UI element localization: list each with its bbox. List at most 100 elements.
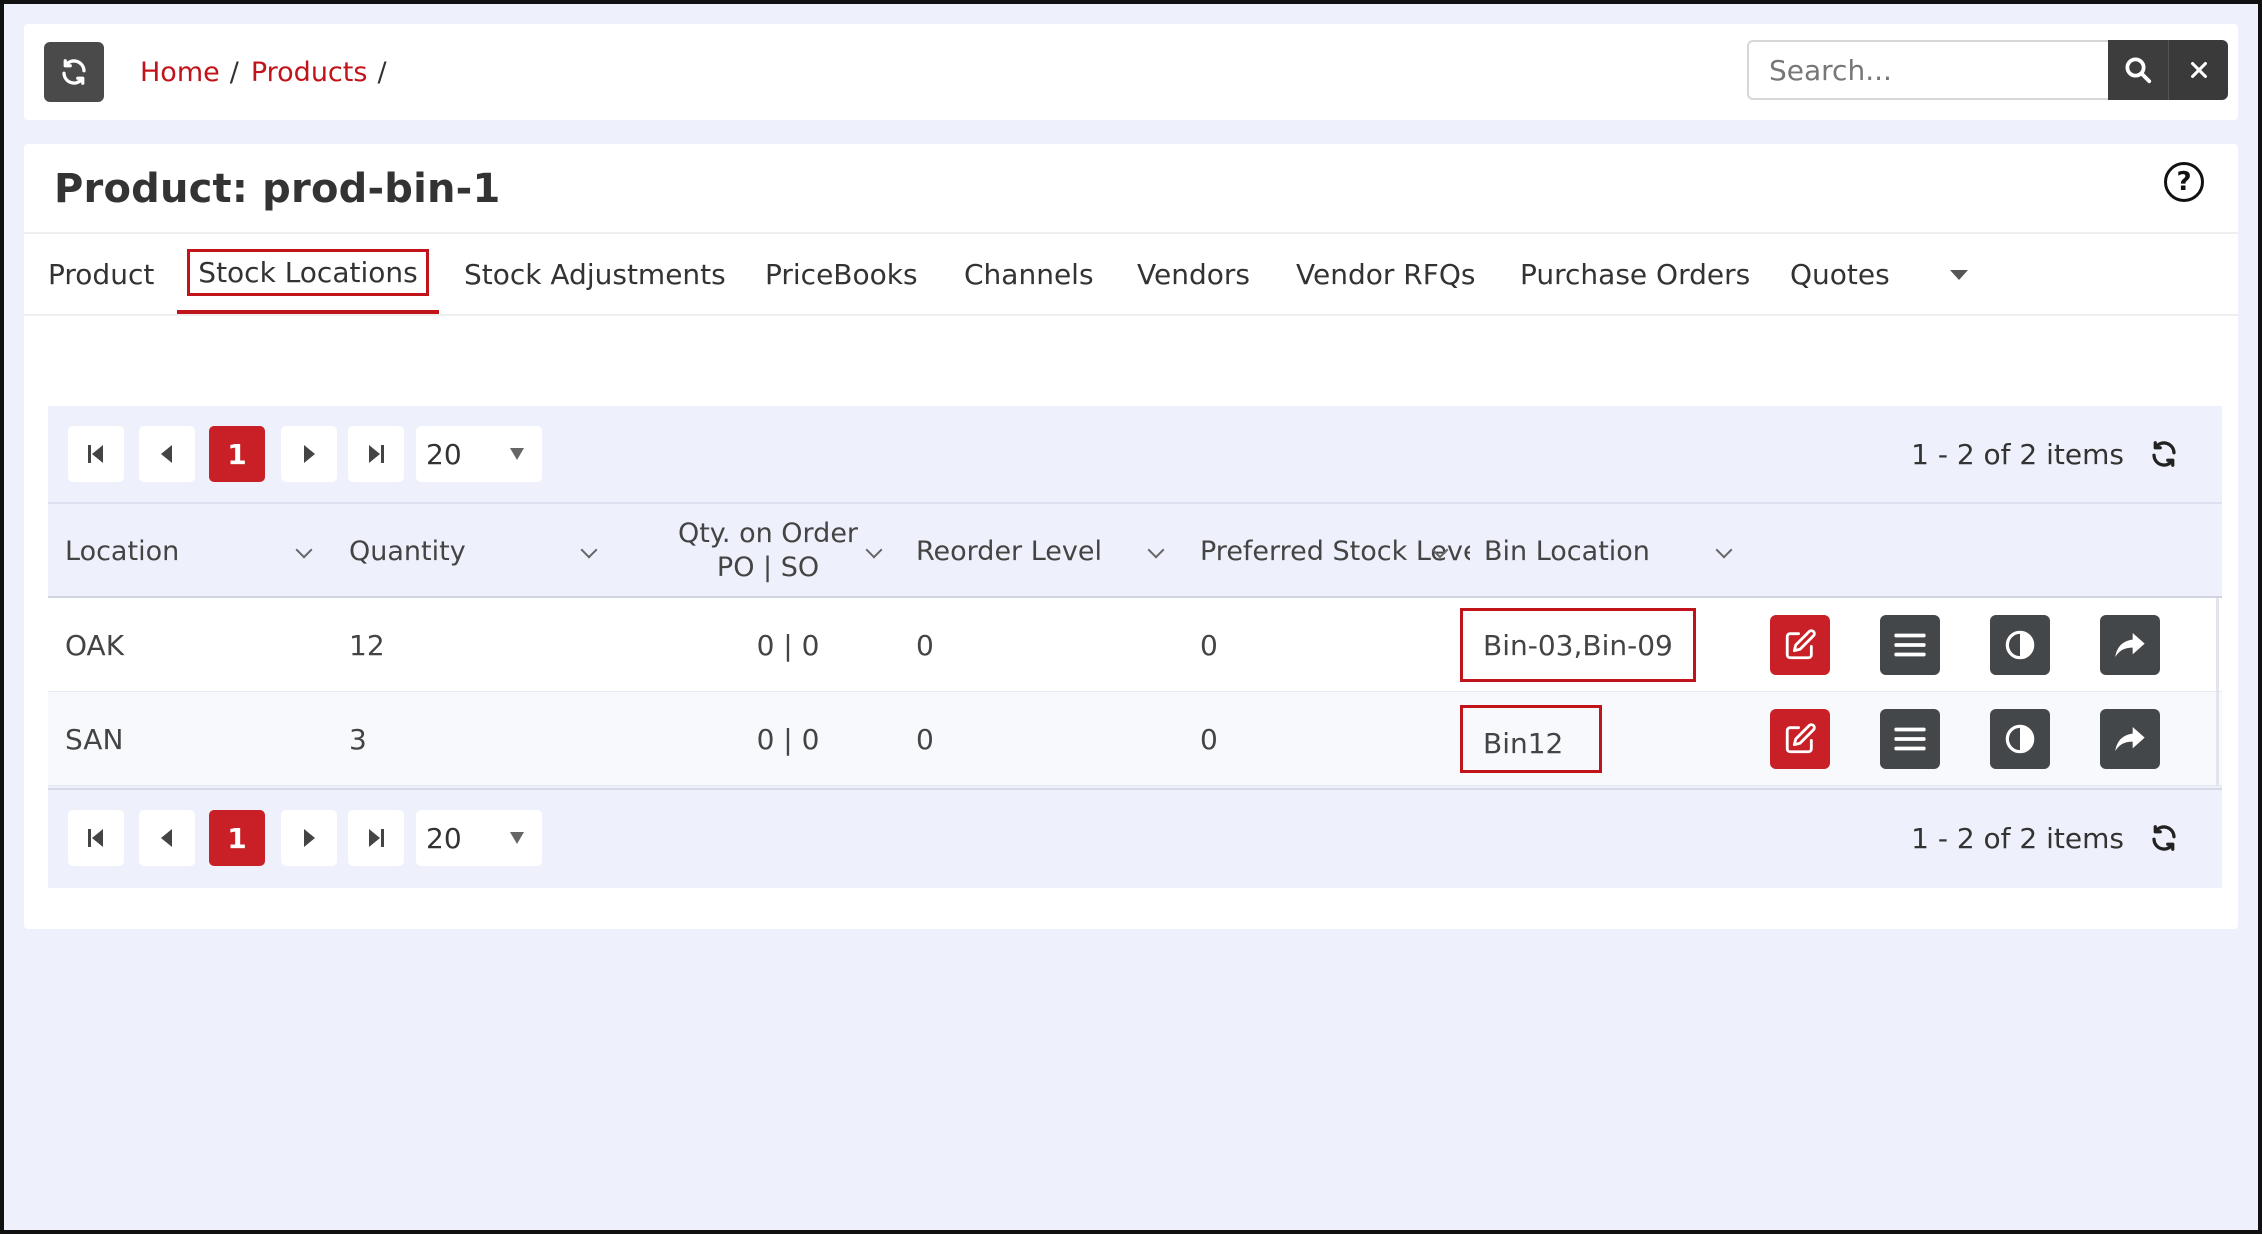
prev-page-button[interactable] — [139, 426, 195, 482]
prev-page-icon — [161, 829, 172, 847]
help-icon[interactable]: ? — [2164, 162, 2204, 202]
cell-qty-on-order: 0 | 0 — [756, 628, 820, 662]
cell-location: OAK — [65, 628, 125, 662]
tab-stock-locations[interactable]: Stock Locations — [177, 234, 439, 314]
tab-purchase-orders[interactable]: Purchase Orders — [1520, 234, 1750, 314]
tabs-more-chevron-down-icon[interactable] — [1950, 270, 1968, 280]
grid-header: Location Quantity Qty. on Order PO | SO … — [48, 502, 2222, 598]
column-header-quantity[interactable]: Quantity — [349, 504, 599, 598]
last-page-button[interactable] — [348, 810, 404, 866]
column-header-reorder-level[interactable]: Reorder Level — [916, 504, 1166, 598]
page-1-button[interactable]: 1 — [209, 810, 265, 866]
next-page-button[interactable] — [281, 426, 337, 482]
tab-label: Product — [48, 257, 155, 291]
cell-location: SAN — [65, 722, 124, 756]
tab-quotes[interactable]: Quotes — [1790, 234, 1890, 314]
first-page-icon — [88, 445, 103, 463]
tab-label: PriceBooks — [765, 257, 918, 291]
table-row: SAN 3 0 | 0 0 0 Bin12 — [48, 692, 2222, 786]
breadcrumb: Home / Products / — [140, 24, 399, 120]
tab-pricebooks[interactable]: PriceBooks — [765, 234, 918, 314]
last-page-icon — [369, 829, 384, 847]
search-input[interactable] — [1747, 40, 2108, 100]
tab-vendors[interactable]: Vendors — [1137, 234, 1250, 314]
close-icon — [2190, 62, 2207, 78]
first-page-button[interactable] — [68, 426, 124, 482]
refresh-button[interactable] — [44, 42, 104, 102]
last-page-icon — [369, 445, 384, 463]
next-page-button[interactable] — [281, 810, 337, 866]
menu-icon — [1894, 727, 1926, 751]
cell-bin-location: Bin12 — [1460, 692, 1603, 786]
first-page-icon — [88, 829, 103, 847]
toggle-button[interactable] — [1990, 709, 2050, 769]
edit-button[interactable] — [1770, 615, 1830, 675]
grid-refresh-button[interactable] — [2146, 820, 2182, 856]
product-panel: Product: prod-bin-1 ? Product Stock Loca… — [24, 144, 2238, 929]
toggle-button[interactable] — [1990, 615, 2050, 675]
page-1-button[interactable]: 1 — [209, 426, 265, 482]
search-button[interactable] — [2108, 40, 2168, 100]
cell-preferred-stock-level: 0 — [1200, 628, 1218, 662]
cell-bin-location: Bin-03,Bin-09 — [1460, 598, 1696, 692]
tab-label: Quotes — [1790, 257, 1890, 291]
tab-product[interactable]: Product — [48, 234, 154, 314]
menu-icon — [1894, 633, 1926, 657]
edit-icon — [1785, 723, 1816, 754]
cell-quantity: 12 — [349, 628, 385, 662]
column-header-qty-on-order-line2: PO | SO — [716, 552, 820, 583]
contrast-icon — [2005, 630, 2035, 660]
edit-icon — [1785, 629, 1816, 660]
search-icon — [2125, 57, 2152, 84]
caret-down-icon — [510, 448, 524, 460]
refresh-icon — [2152, 441, 2176, 467]
tab-label: Channels — [964, 257, 1094, 291]
clear-search-button[interactable] — [2168, 40, 2228, 100]
tab-vendor-rfqs[interactable]: Vendor RFQs — [1296, 234, 1475, 314]
refresh-icon — [2152, 825, 2176, 851]
caret-down-icon — [510, 832, 524, 844]
column-header-location[interactable]: Location — [65, 504, 315, 598]
page-size-select[interactable]: 20 — [416, 810, 542, 866]
last-page-button[interactable] — [348, 426, 404, 482]
scrollbar-track — [2216, 598, 2219, 692]
tab-label: Vendors — [1137, 257, 1250, 291]
cell-qty-on-order: 0 | 0 — [756, 722, 820, 756]
bin-location-value: Bin12 — [1460, 705, 1603, 773]
grid-refresh-button[interactable] — [2146, 436, 2182, 472]
pager-bottom: 1 20 1 - 2 of 2 items — [48, 788, 2222, 884]
tab-bar: Product Stock Locations Stock Adjustment… — [24, 232, 2238, 316]
breadcrumb-home-link[interactable]: Home — [140, 57, 220, 88]
tab-stock-adjustments[interactable]: Stock Adjustments — [464, 234, 726, 314]
cell-reorder-level: 0 — [916, 722, 934, 756]
table-row: OAK 12 0 | 0 0 0 Bin-03,Bin-09 — [48, 598, 2222, 692]
tab-label: Purchase Orders — [1520, 257, 1751, 291]
refresh-icon — [62, 59, 86, 85]
stock-locations-grid: 1 20 1 - 2 of 2 items Location Quantity … — [48, 406, 2222, 888]
pager-info: 1 - 2 of 2 items — [1911, 821, 2124, 855]
breadcrumb-products-link[interactable]: Products — [251, 57, 368, 88]
breadcrumb-separator: / — [377, 56, 387, 88]
tab-label: Vendor RFQs — [1296, 257, 1476, 291]
first-page-button[interactable] — [68, 810, 124, 866]
prev-page-button[interactable] — [139, 810, 195, 866]
share-icon — [2115, 727, 2145, 751]
pager-top: 1 20 1 - 2 of 2 items — [48, 406, 2222, 502]
page-size-select[interactable]: 20 — [416, 426, 542, 482]
prev-page-icon — [161, 445, 172, 463]
share-button[interactable] — [2100, 709, 2160, 769]
column-header-qty-on-order-line1: Qty. on Order — [677, 518, 859, 549]
share-button[interactable] — [2100, 615, 2160, 675]
tab-channels[interactable]: Channels — [964, 234, 1094, 314]
tab-label: Stock Adjustments — [464, 257, 726, 291]
cell-preferred-stock-level: 0 — [1200, 722, 1218, 756]
column-header-bin-location[interactable]: Bin Location — [1484, 504, 1734, 598]
top-bar: Home / Products / — [24, 24, 2238, 120]
details-button[interactable] — [1880, 615, 1940, 675]
tab-label: Stock Locations — [187, 248, 429, 296]
details-button[interactable] — [1880, 709, 1940, 769]
page-size-value: 20 — [426, 437, 462, 471]
edit-button[interactable] — [1770, 709, 1830, 769]
column-header-preferred-stock-level[interactable]: Preferred Stock Level — [1200, 504, 1470, 598]
cell-quantity: 3 — [349, 722, 367, 756]
